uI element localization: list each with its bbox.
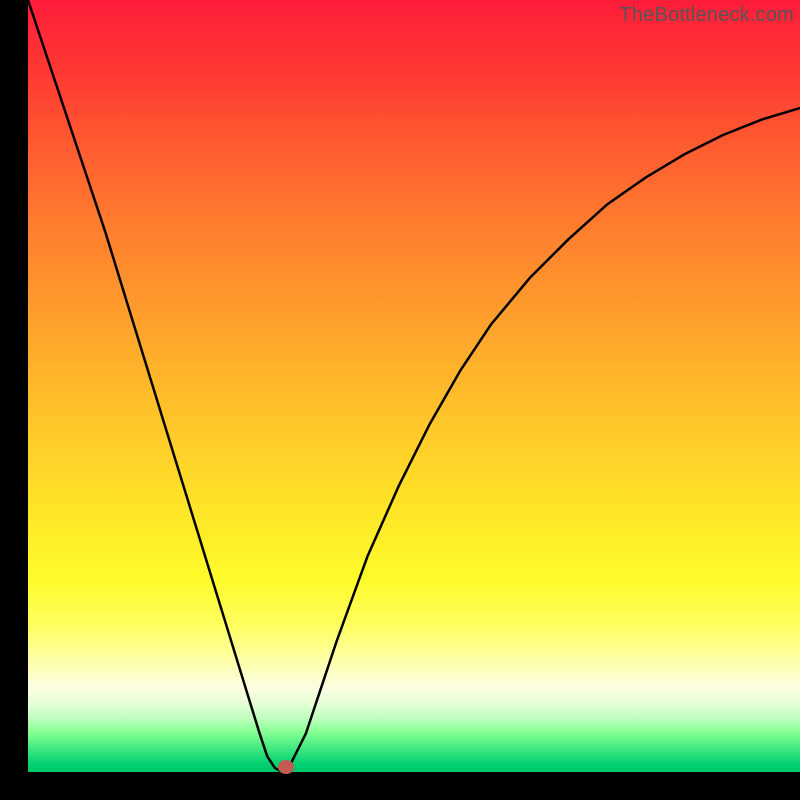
marker-dot	[278, 760, 294, 774]
bottleneck-curve	[28, 0, 800, 772]
chart-frame: TheBottleneck.com	[0, 0, 800, 800]
watermark-text: TheBottleneck.com	[619, 4, 794, 27]
chart-svg	[28, 0, 800, 772]
